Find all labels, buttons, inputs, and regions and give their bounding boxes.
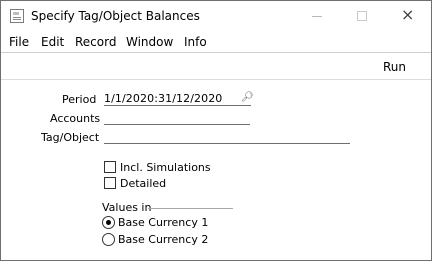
specify-tag-object-balances-window: Specify Tag/Object Balances × File Edit … <box>0 0 432 261</box>
document-icon <box>10 9 24 23</box>
period-value: 1/1/2020:31/12/2020 <box>104 92 223 105</box>
menu-record[interactable]: Record <box>75 35 116 49</box>
minimize-icon <box>312 16 322 17</box>
close-button[interactable]: × <box>385 1 431 32</box>
period-label: Period <box>62 93 97 106</box>
tag-object-field[interactable] <box>104 130 350 144</box>
base-currency-1-label: Base Currency 1 <box>118 216 209 229</box>
paste-special-icon[interactable]: 🔎︎ <box>241 92 254 103</box>
menu-info[interactable]: Info <box>184 35 207 49</box>
detailed-label: Detailed <box>120 177 167 190</box>
menu-edit[interactable]: Edit <box>41 35 64 49</box>
group-divider <box>148 208 233 209</box>
period-field[interactable]: 1/1/2020:31/12/2020 🔎︎ <box>104 92 254 106</box>
maximize-button[interactable] <box>339 1 385 32</box>
base-currency-2-label: Base Currency 2 <box>118 233 209 246</box>
accounts-label: Accounts <box>50 112 101 125</box>
minimize-button[interactable] <box>293 1 339 32</box>
close-icon: × <box>401 5 415 24</box>
incl-simulations-label: Incl. Simulations <box>120 161 211 174</box>
menu-file[interactable]: File <box>9 35 29 49</box>
toolbar: Run <box>1 53 431 80</box>
maximize-icon <box>357 11 367 21</box>
tag-object-label: Tag/Object <box>41 131 100 144</box>
menu-window[interactable]: Window <box>126 35 173 49</box>
checkbox-box[interactable] <box>104 177 116 189</box>
checkbox-box[interactable] <box>104 161 116 173</box>
run-button[interactable]: Run <box>383 60 406 74</box>
accounts-field[interactable] <box>104 111 250 125</box>
title-bar[interactable]: Specify Tag/Object Balances × <box>1 1 431 32</box>
specification-form: Period 1/1/2020:31/12/2020 🔎︎ Accounts T… <box>1 80 431 260</box>
menu-bar: File Edit Record Window Info <box>1 32 431 53</box>
values-in-heading: Values in <box>102 201 152 214</box>
window-title: Specify Tag/Object Balances <box>31 9 200 23</box>
radio-selected[interactable] <box>102 216 115 229</box>
radio-unselected[interactable] <box>102 233 115 246</box>
